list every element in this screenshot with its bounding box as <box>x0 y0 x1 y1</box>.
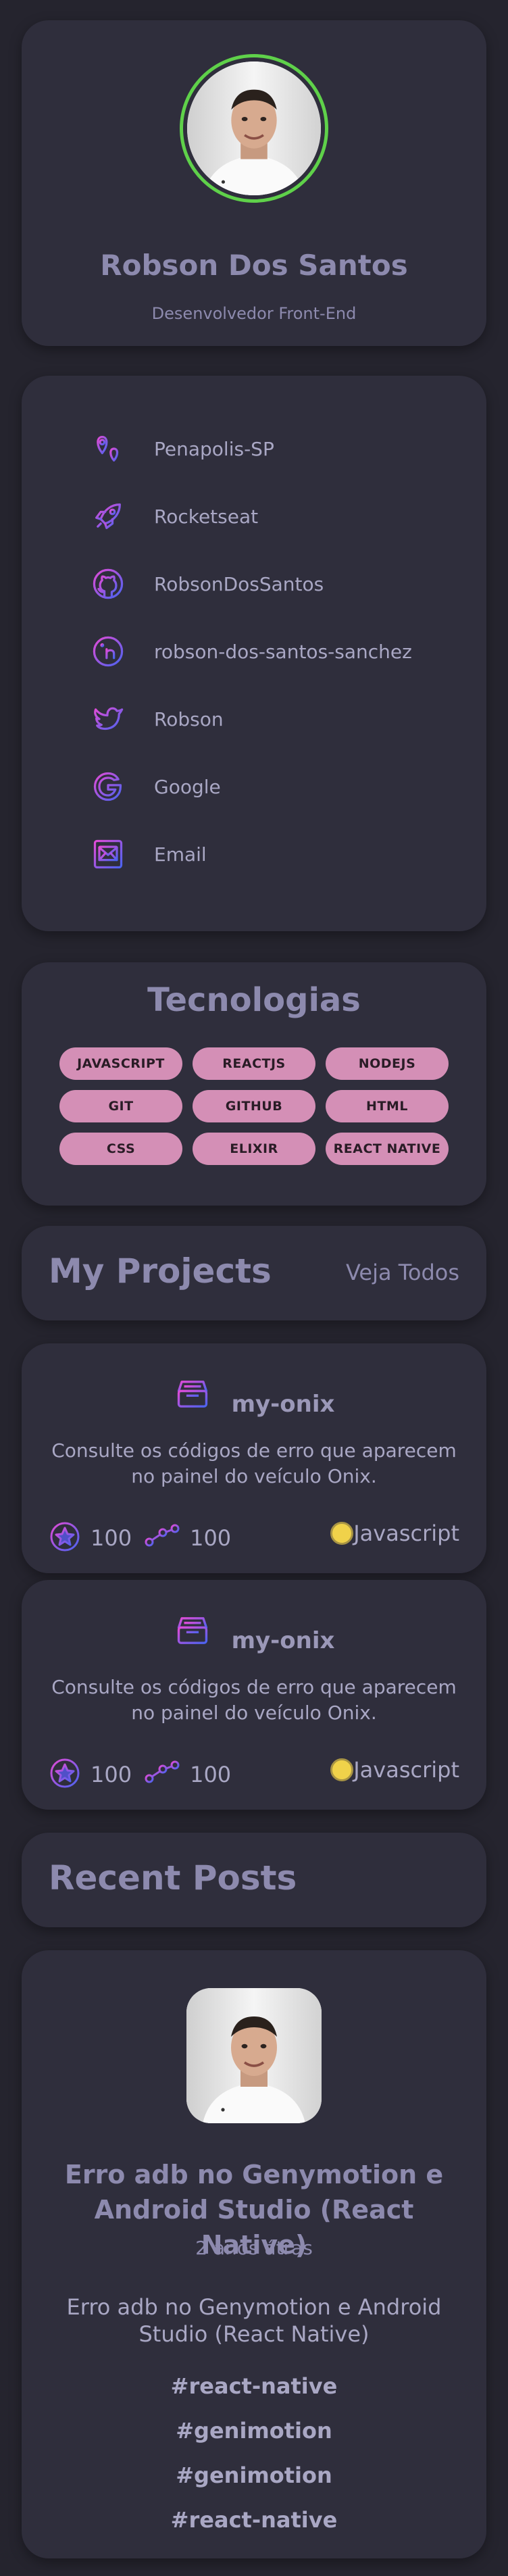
link-github[interactable]: RobsonDosSantos <box>89 565 324 603</box>
tech-badge: REACTJS <box>193 1047 315 1080</box>
post-excerpt: Erro adb no Genymotion e Android Studio … <box>66 2294 442 2347</box>
tech-badge: GIT <box>59 1090 182 1122</box>
project-description: Consulte os códigos de erro que aparecem… <box>51 1439 457 1487</box>
post-image <box>186 1988 322 2123</box>
tech-card: Tecnologias JAVASCRIPT REACTJS NODEJS GI… <box>22 962 486 1206</box>
fork-count: 100 <box>190 1762 232 1787</box>
link-label: RobsonDosSantos <box>154 572 324 595</box>
language-dot-icon <box>330 1758 354 1781</box>
project-card[interactable]: my-onix Consulte os códigos de erro que … <box>22 1343 486 1573</box>
link-email[interactable]: Email <box>89 835 207 873</box>
profile-role: Desenvolvedor Front-End <box>151 304 357 323</box>
profile-card: Robson Dos Santos Desenvolvedor Front-En… <box>22 20 486 346</box>
link-label: Google <box>154 775 221 798</box>
project-language: Javascript <box>353 1520 459 1546</box>
project-card[interactable]: my-onix Consulte os códigos de erro que … <box>22 1580 486 1810</box>
posts-header: Recent Posts <box>22 1833 486 1927</box>
tech-badge: CSS <box>59 1133 182 1165</box>
post-tag[interactable]: #react-native <box>22 2507 486 2533</box>
star-count: 100 <box>91 1525 132 1551</box>
section-title: My Projects <box>49 1252 272 1291</box>
link-company[interactable]: Rocketseat <box>89 497 258 535</box>
fork-icon <box>143 1758 180 1791</box>
google-icon <box>89 768 127 806</box>
page: Robson Dos Santos Desenvolvedor Front-En… <box>0 0 508 2576</box>
avatar <box>180 54 328 203</box>
repo-icon <box>174 1614 211 1650</box>
link-label: Robson <box>154 708 224 730</box>
tech-title: Tecnologias <box>147 981 361 1019</box>
star-icon <box>49 1757 81 1792</box>
rocket-icon <box>89 497 127 535</box>
section-title: Recent Posts <box>49 1858 297 1898</box>
project-name[interactable]: my-onix <box>232 1391 335 1418</box>
link-label: Rocketseat <box>154 505 259 528</box>
post-date: 2 anos átras <box>195 2237 313 2259</box>
post-card[interactable]: Erro adb no Genymotion e Android Studio … <box>22 1950 486 2558</box>
avatar-photo <box>187 61 321 195</box>
projects-header: My Projects Veja Todos <box>22 1226 486 1320</box>
star-icon <box>49 1520 81 1556</box>
repo-icon <box>174 1377 211 1414</box>
twitter-icon <box>89 700 127 738</box>
link-twitter[interactable]: Robson <box>89 700 224 738</box>
profile-name: Robson Dos Santos <box>100 249 408 282</box>
project-language: Javascript <box>353 1757 459 1783</box>
tech-badge: JAVASCRIPT <box>59 1047 182 1080</box>
post-tag[interactable]: #react-native <box>22 2373 486 2399</box>
tech-badge: NODEJS <box>326 1047 449 1080</box>
tech-badge: HTML <box>326 1090 449 1122</box>
fork-count: 100 <box>190 1525 232 1551</box>
star-count: 100 <box>91 1762 132 1787</box>
tech-badge: REACT NATIVE <box>326 1133 449 1165</box>
link-label: Email <box>154 843 207 866</box>
email-icon <box>89 835 127 873</box>
link-google[interactable]: Google <box>89 768 221 806</box>
link-label: robson-dos-santos-sanchez <box>154 640 412 663</box>
link-label: Penapolis-SP <box>154 437 274 460</box>
see-all-link[interactable]: Veja Todos <box>346 1260 459 1285</box>
links-card: Penapolis-SP Rocketseat RobsonDosSantos … <box>22 376 486 931</box>
link-location[interactable]: Penapolis-SP <box>89 430 274 468</box>
fork-icon <box>143 1522 180 1554</box>
project-name[interactable]: my-onix <box>232 1627 335 1654</box>
tech-badge: ELIXIR <box>193 1133 315 1165</box>
github-icon <box>89 565 127 603</box>
language-dot-icon <box>330 1522 354 1545</box>
project-description: Consulte os códigos de erro que aparecem… <box>51 1676 457 1724</box>
linkedin-icon <box>89 633 127 670</box>
map-pin-icon <box>89 430 127 468</box>
post-tag[interactable]: #genimotion <box>22 2418 486 2444</box>
tech-badge: GITHUB <box>193 1090 315 1122</box>
post-tag[interactable]: #genimotion <box>22 2462 486 2488</box>
link-linkedin[interactable]: robson-dos-santos-sanchez <box>89 633 412 670</box>
